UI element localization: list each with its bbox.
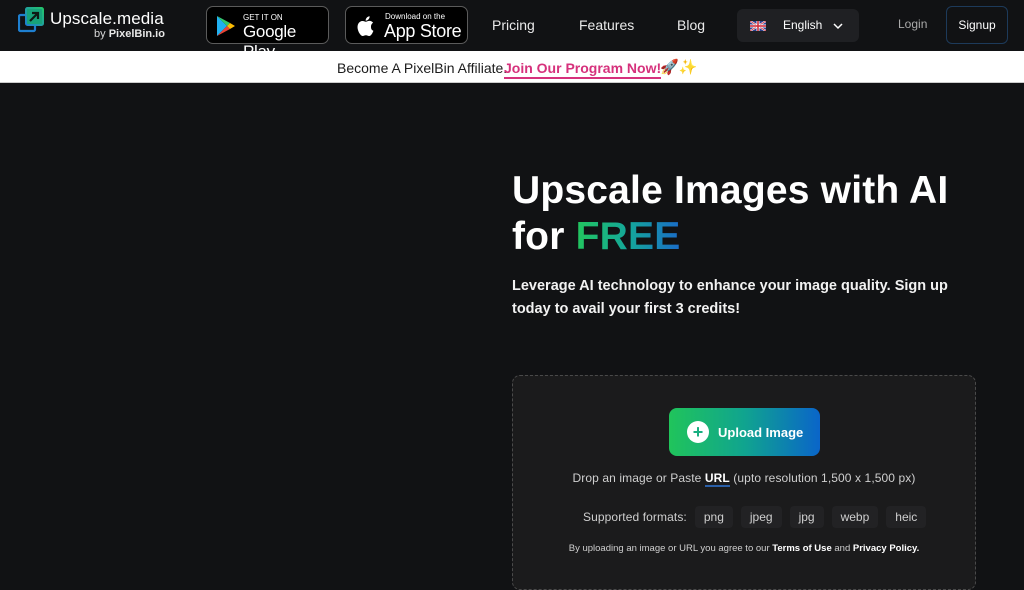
upload-dropzone[interactable]: + Upload Image Drop an image or Paste UR… [512,375,976,590]
hero-title: Upscale Images with AI for FREE [512,168,948,260]
top-navbar: Upscale.media by PixelBin.io GET IT ON G… [0,0,1024,61]
upload-image-button[interactable]: + Upload Image [669,408,820,456]
format-chip: jpg [789,506,824,528]
hero-title-prefix: for [512,215,565,258]
hero-subtitle: Leverage AI technology to enhance your i… [512,278,948,317]
format-chip: jpeg [740,506,782,528]
terms-notice: By uploading an image or URL you agree t… [513,543,975,554]
google-play-icon [217,16,235,36]
google-play-small-text: GET IT ON [243,13,283,22]
google-play-badge[interactable]: GET IT ON Google Play [206,6,329,61]
brand-byline: by PixelBin.io [94,28,165,40]
affiliate-cta-link[interactable]: Join Our Program Now! [504,60,662,79]
language-selector[interactable]: English [737,9,859,42]
privacy-policy-link[interactable]: Privacy Policy. [853,543,919,554]
affiliate-banner: Become A PixelBin Affiliate. Join Our Pr… [0,51,1024,83]
app-store-badge[interactable]: Download on the App Store [345,6,468,44]
upload-button-label: Upload Image [718,425,804,440]
drop-hint-suffix: (upto resolution 1,500 x 1,500 px) [733,471,916,485]
hero-title-highlight: FREE [575,215,681,258]
byline-company: PixelBin.io [108,28,165,40]
terms-and: and [834,543,851,554]
app-store-small-text: Download on the [385,12,446,21]
nav-link-blog[interactable]: Blog [677,17,705,33]
nav-link-features[interactable]: Features [579,17,634,33]
paste-url-link[interactable]: URL [704,471,730,487]
apple-icon [357,16,374,37]
terms-prefix: By uploading an image or URL you agree t… [568,543,770,554]
signup-button[interactable]: Signup [946,6,1008,44]
terms-of-use-link[interactable]: Terms of Use [772,543,831,554]
format-chip: png [694,506,733,528]
hero-title-line1: Upscale Images with AI [512,169,949,212]
drop-hint-prefix: Drop an image or Paste [572,471,702,485]
language-label: English [783,18,823,32]
upscale-logo-icon [18,7,44,33]
byline-prefix: by [94,28,106,40]
uk-flag-icon [750,21,766,31]
supported-formats: Supported formats: png jpeg jpg webp hei… [583,506,934,528]
formats-label: Supported formats: [583,510,687,524]
chevron-down-icon [833,23,843,30]
plus-icon: + [687,421,709,443]
brand-logo[interactable]: Upscale.media by PixelBin.io [18,6,168,44]
nav-link-pricing[interactable]: Pricing [492,17,535,33]
brand-name: Upscale.media [50,9,164,28]
format-chip: heic [886,506,927,528]
drop-hint: Drop an image or Paste URL (upto resolut… [513,471,975,487]
app-store-big-text: App Store [384,21,462,41]
rocket-sparkle-icon: 🚀✨ [660,59,698,76]
login-link[interactable]: Login [898,17,927,31]
affiliate-text: Become A PixelBin Affiliate. [337,60,508,76]
format-chip: webp [831,506,879,528]
